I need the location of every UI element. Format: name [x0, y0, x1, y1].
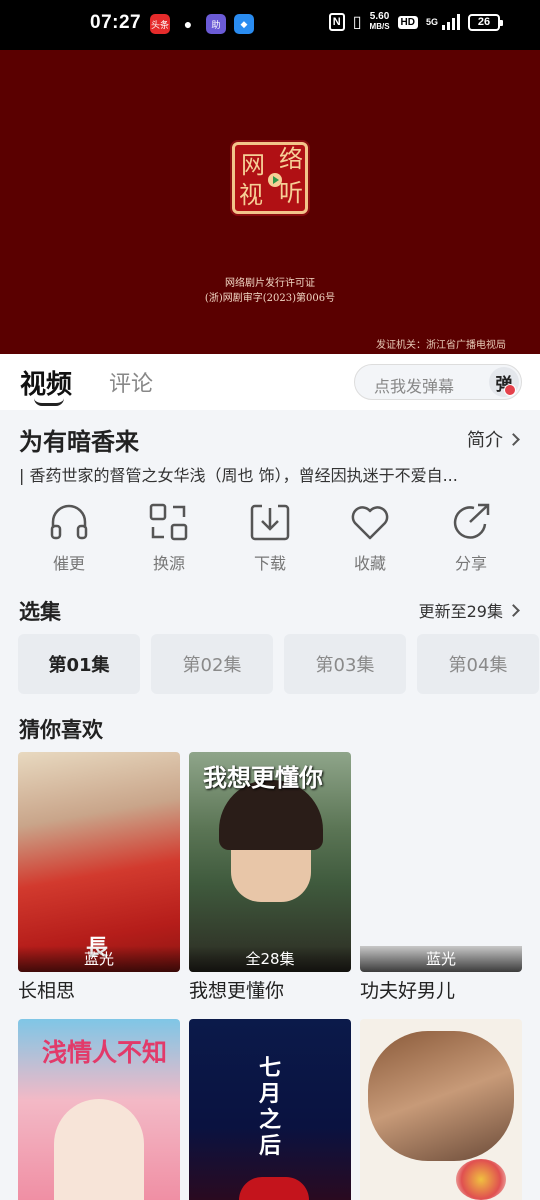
switch-source-icon — [149, 503, 188, 541]
license-issuer: 发证机关：浙江省广播电视局 — [376, 340, 506, 351]
recommend-card[interactable]: 蓝光 功夫好男儿 — [360, 752, 522, 1003]
network-speed: 5.60 MB/S — [370, 12, 390, 32]
speed-value: 5.60 — [369, 11, 390, 22]
action-label: 换源 — [152, 554, 185, 573]
action-label: 下载 — [253, 554, 286, 573]
license-seal-logo: 网 络 视 听 — [232, 142, 308, 214]
poster-figure — [54, 1099, 144, 1200]
card-title: 长相思 — [18, 980, 76, 1002]
vibrate-icon: ▯ — [352, 14, 362, 31]
status-bar: 07:27 头条 ● 助 ◆ N ▯ 5.60 MB/S HD 5G 26 — [0, 0, 540, 50]
poster-image: 蓝光 — [360, 752, 522, 972]
seal-char: 络 — [279, 145, 303, 173]
quality-badge: 蓝光 — [360, 946, 522, 972]
intro-link[interactable]: 简介 — [467, 426, 520, 452]
security-app-icon: ◆ — [234, 14, 254, 34]
recommend-card[interactable]: 長 蓝光 长相思 — [18, 752, 180, 1003]
poster-title-text: 浅情人不知 — [42, 1038, 168, 1067]
wechat-app-icon: ● — [178, 14, 198, 34]
episode-item[interactable]: 第03集 — [284, 634, 406, 694]
share-button[interactable]: 分享 — [421, 498, 521, 574]
episode-list: 第01集 第02集 第03集 第04集 — [18, 634, 539, 694]
poster-image: 我想更懂你 全28集 — [189, 752, 351, 972]
video-player[interactable]: 网 络 视 听 网络剧片发行许可证 (浙)网剧审字(2023)第006号 发证机… — [0, 50, 540, 354]
card-title: 我想更懂你 — [189, 980, 285, 1002]
action-label: 分享 — [454, 554, 487, 573]
poster-image: 浅情人不知 — [18, 1019, 180, 1200]
quality-badge: 蓝光 — [18, 946, 180, 972]
license-title: 网络剧片发行许可证 — [225, 278, 315, 289]
episode-item[interactable]: 第02集 — [151, 634, 273, 694]
status-time: 07:27 — [90, 12, 142, 33]
recommend-card[interactable]: 我想更懂你 全28集 我想更懂你 — [189, 752, 351, 1003]
poster-flower — [456, 1159, 506, 1200]
network-type: 5G — [425, 17, 438, 27]
danmaku-placeholder: 点我发弹幕 — [374, 377, 455, 396]
show-title: 为有暗香来 — [19, 428, 139, 456]
seal-char: 网 — [241, 151, 265, 179]
episodes-heading: 选集 — [19, 600, 61, 624]
update-status: 更新至29集 — [418, 602, 503, 621]
switch-source-button[interactable]: 换源 — [119, 498, 219, 574]
poster-title-text: 七月之后 — [259, 1055, 282, 1159]
episode-item[interactable]: 第04集 — [417, 634, 539, 694]
status-indicators: N ▯ 5.60 MB/S HD 5G 26 — [328, 12, 503, 32]
chevron-right-icon — [507, 432, 520, 446]
tab-active-indicator — [34, 398, 64, 406]
seal-char: 视 — [239, 181, 263, 209]
card-title: 功夫好男儿 — [360, 980, 456, 1002]
action-label: 催更 — [52, 554, 85, 573]
heart-icon — [351, 506, 389, 540]
tab-video[interactable]: 视频 — [20, 364, 72, 401]
license-number: (浙)网剧审字(2023)第006号 — [204, 293, 336, 304]
poster-image: 七月之后 — [189, 1019, 351, 1200]
episode-count-badge: 全28集 — [189, 946, 351, 972]
poster-figure — [239, 1177, 309, 1200]
battery-icon: 26 — [468, 13, 503, 31]
hd-voice-icon: HD — [397, 15, 418, 29]
all-episodes-link[interactable]: 更新至29集 — [418, 598, 520, 622]
notification-icons: 头条 ● 助 ◆ — [150, 14, 254, 34]
poster-figure — [368, 1031, 514, 1161]
intro-label: 简介 — [467, 430, 503, 451]
action-bar: 催更 换源 下载 收藏 分享 — [0, 498, 540, 582]
play-icon — [268, 173, 282, 187]
recommend-card[interactable]: 七月之后 — [189, 1019, 351, 1200]
assistant-app-icon: 助 — [206, 14, 226, 34]
poster-image — [360, 1019, 522, 1200]
danmaku-enabled-icon — [504, 384, 516, 396]
action-label: 收藏 — [353, 554, 386, 573]
battery-level: 26 — [477, 16, 491, 28]
seal-char: 听 — [279, 179, 303, 207]
nfc-icon: N — [328, 13, 345, 31]
chevron-right-icon — [507, 603, 520, 617]
urge-update-button[interactable]: 催更 — [19, 498, 119, 574]
danmaku-toggle-button[interactable]: 弹 — [489, 367, 519, 397]
poster-title-text: 我想更懂你 — [203, 764, 323, 792]
favorite-button[interactable]: 收藏 — [320, 498, 420, 574]
tab-comment[interactable]: 评论 — [109, 366, 153, 398]
poster-image: 長 蓝光 — [18, 752, 180, 972]
share-icon — [453, 503, 490, 539]
download-button[interactable]: 下载 — [220, 498, 320, 574]
speed-unit: MB/S — [369, 22, 390, 31]
signal-icon — [442, 14, 460, 30]
toutiao-app-icon: 头条 — [150, 14, 170, 34]
episode-item[interactable]: 第01集 — [18, 634, 140, 694]
recommend-card[interactable]: 浅情人不知 — [18, 1019, 180, 1200]
danmaku-input[interactable]: 点我发弹幕 弹 — [354, 364, 522, 400]
download-icon — [250, 504, 290, 541]
recommend-card[interactable] — [360, 1019, 522, 1200]
recommend-heading: 猜你喜欢 — [19, 718, 103, 742]
detail-tabbar: 视频 评论 点我发弹幕 弹 — [0, 354, 540, 410]
show-synopsis[interactable]: | 香药世家的督管之女华浅（周也 饰），曾经因执迷于不爱自... — [19, 462, 519, 486]
headphones-icon — [50, 504, 88, 540]
